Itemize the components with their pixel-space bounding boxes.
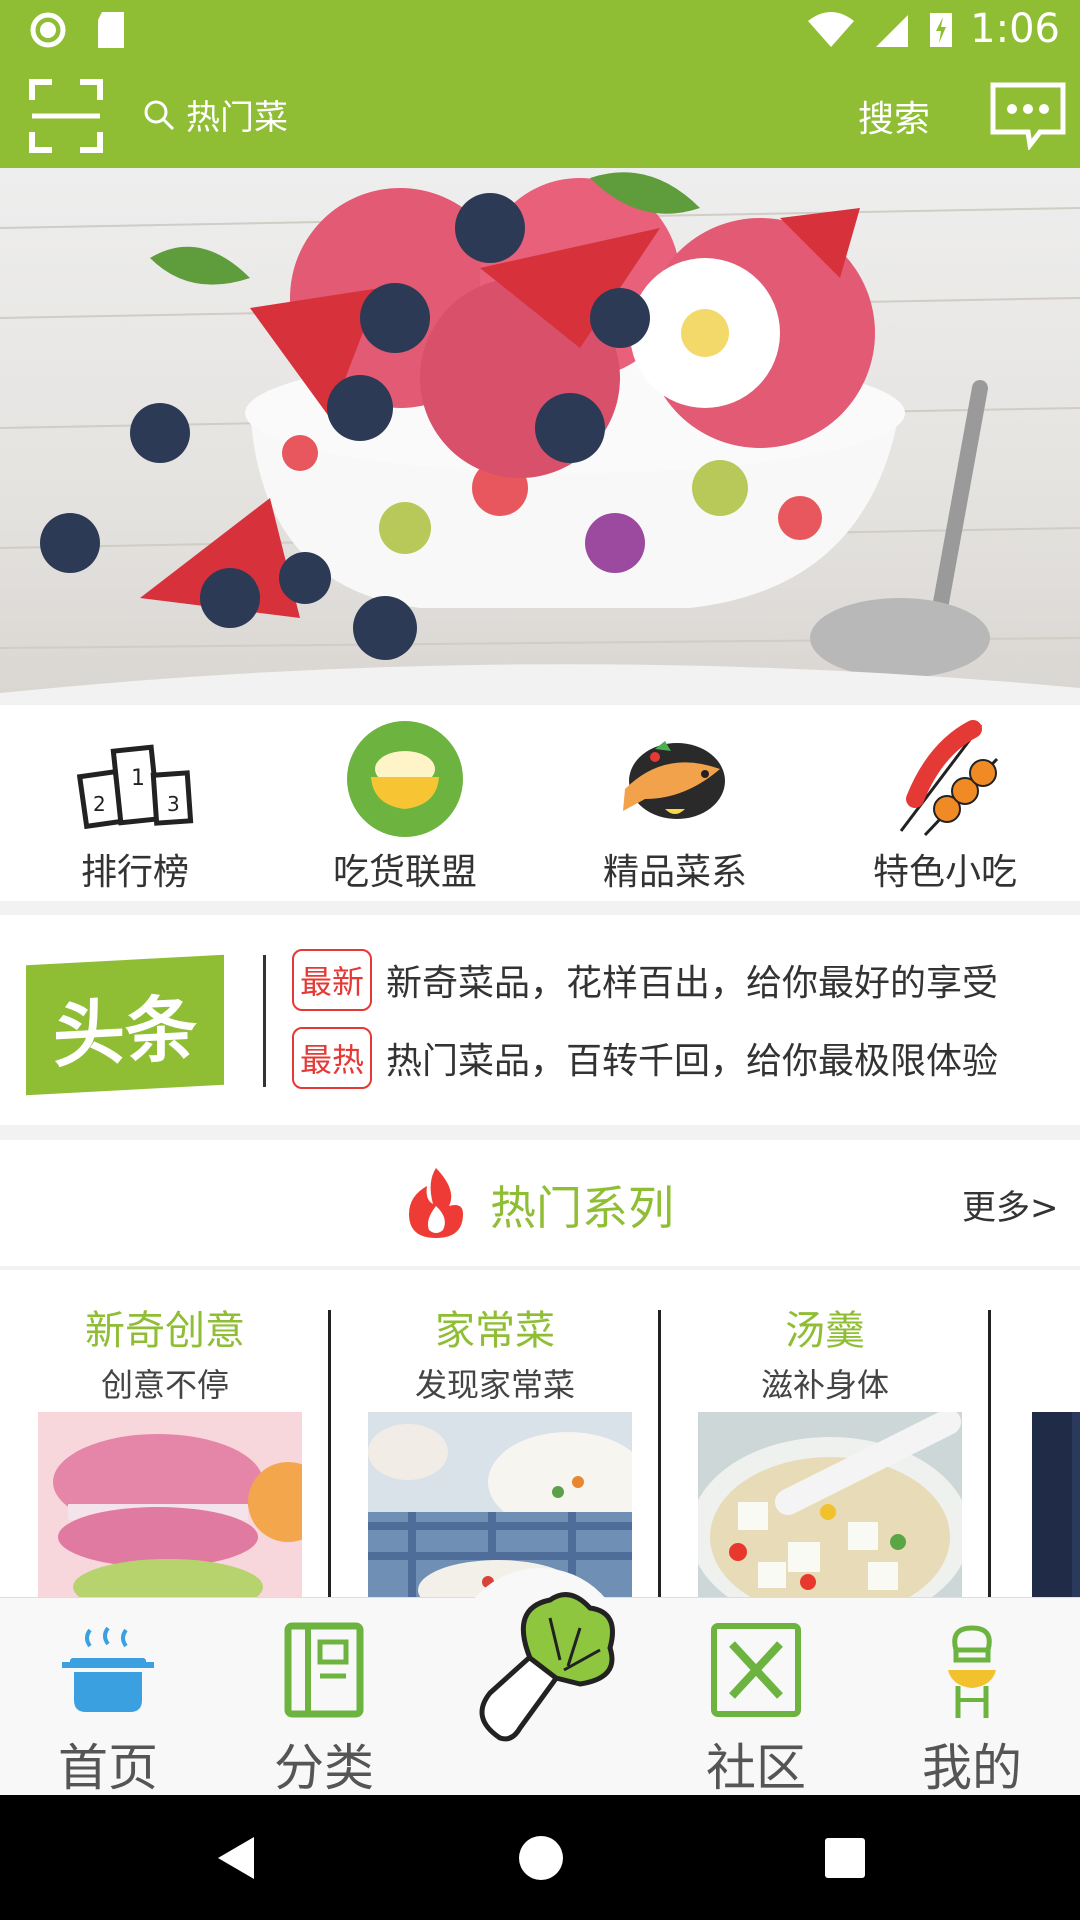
headline-logo: 头条 (26, 954, 224, 1096)
notification-circle-icon (30, 12, 66, 48)
pot-icon (62, 1626, 154, 1712)
back-icon[interactable] (210, 1833, 260, 1883)
headline-text: 新奇菜品，花样百出，给你最好的享受 (386, 963, 999, 1004)
headline-tag: 最新 (292, 949, 373, 1011)
svg-text:3: 3 (167, 792, 180, 816)
series-card[interactable]: 汤羹 滋补身体 (660, 1270, 991, 1600)
system-nav-bar (0, 1795, 1080, 1920)
card-subtitle: 发现家常菜 (414, 1366, 575, 1404)
fork-knife-icon (711, 1623, 801, 1717)
card-subtitle: 滋补身体 (760, 1366, 889, 1404)
quick-nav: 2 1 3 排行榜 吃货联盟 精品菜系 特色小吃 (0, 705, 1080, 901)
podium-icon: 2 1 3 (76, 744, 194, 830)
svg-text:2: 2 (93, 792, 106, 816)
more-link[interactable]: 更多> (962, 1180, 1059, 1229)
search-input[interactable]: 热门菜 (142, 90, 288, 139)
search-icon (144, 100, 175, 130)
flame-icon (409, 1168, 463, 1238)
divider (263, 955, 266, 1087)
quick-nav-item-snacks[interactable]: 特色小吃 (810, 705, 1080, 901)
bottom-nav-label: 分类 (274, 1739, 374, 1797)
fish-dish-icon (623, 741, 725, 819)
app-header: 热门菜 搜索 (0, 68, 1080, 168)
search-button[interactable]: 搜索 (858, 90, 930, 142)
card-title: 家常菜 (435, 1308, 555, 1354)
banner-image[interactable] (0, 168, 1080, 703)
card-title: 汤羹 (785, 1308, 865, 1354)
signal-icon (876, 15, 909, 47)
hot-series-header: 热门系列 更多> (0, 1140, 1080, 1266)
headline-item[interactable]: 最热 热门菜品，百转千回，给你最极限体验 (292, 1027, 998, 1089)
svg-text:1: 1 (131, 766, 145, 791)
status-bar: 1:06 (0, 0, 1080, 68)
hot-series-list: 新奇创意 创意不停 家常菜 发现家常菜 汤羹 滋补身体 (0, 1270, 1080, 1600)
headline-text: 热门菜品，百转千回，给你最极限体验 (386, 1041, 999, 1082)
series-card-partial[interactable] (990, 1270, 1080, 1600)
quick-nav-item-cuisine[interactable]: 精品菜系 (540, 705, 810, 901)
scan-icon[interactable] (28, 78, 104, 154)
quick-nav-item-foodie[interactable]: 吃货联盟 (270, 705, 540, 901)
card-image-macarons (38, 1412, 302, 1600)
search-placeholder: 热门菜 (186, 98, 288, 138)
recents-icon[interactable] (822, 1835, 868, 1881)
quick-nav-label: 吃货联盟 (332, 852, 477, 893)
headline-tag: 最热 (292, 1027, 373, 1089)
card-subtitle: 创意不停 (100, 1366, 229, 1404)
quick-nav-label: 排行榜 (80, 852, 189, 893)
bottom-nav-center[interactable] (432, 1592, 648, 1796)
bottom-nav-label: 我的 (922, 1739, 1022, 1797)
card-image-home-cooking (368, 1412, 632, 1600)
quick-nav-item-ranking[interactable]: 2 1 3 排行榜 (0, 705, 270, 901)
bottom-nav: 首页 分类 社区 我的 (0, 1568, 1080, 1797)
card-title: 新奇创意 (85, 1308, 245, 1354)
quick-nav-label: 特色小吃 (872, 852, 1017, 893)
sd-card-icon (98, 12, 124, 48)
message-icon[interactable] (990, 82, 1066, 150)
headline-item[interactable]: 最新 新奇菜品，花样百出，给你最好的享受 (292, 949, 998, 1011)
bottom-nav-home[interactable]: 首页 (0, 1598, 216, 1797)
skewer-icon (899, 720, 999, 837)
rice-bowl-icon (347, 721, 463, 837)
chef-icon (948, 1625, 996, 1718)
card-image-partial (1032, 1412, 1080, 1600)
clock: 1:06 (970, 6, 1060, 52)
series-card[interactable]: 家常菜 发现家常菜 (330, 1270, 661, 1600)
quick-nav-label: 精品菜系 (602, 852, 747, 893)
battery-icon (930, 13, 953, 47)
wifi-icon (808, 12, 855, 47)
bottom-nav-label: 首页 (58, 1739, 158, 1797)
headline-section: 头条 最新 新奇菜品，花样百出，给你最好的享受 最热 热门菜品，百转千回，给你最… (0, 915, 1080, 1125)
home-icon[interactable] (516, 1833, 566, 1883)
notebook-icon (284, 1622, 364, 1718)
bottom-nav-mine[interactable]: 我的 (864, 1598, 1080, 1797)
bottom-nav-category[interactable]: 分类 (216, 1598, 432, 1797)
bottom-nav-community[interactable]: 社区 (648, 1598, 864, 1797)
card-image-soup (698, 1412, 962, 1600)
bottom-nav-label: 社区 (706, 1739, 806, 1797)
series-card[interactable]: 新奇创意 创意不停 (0, 1270, 331, 1600)
hot-series-title: 热门系列 (490, 1181, 674, 1235)
vegetable-icon (479, 1592, 615, 1742)
